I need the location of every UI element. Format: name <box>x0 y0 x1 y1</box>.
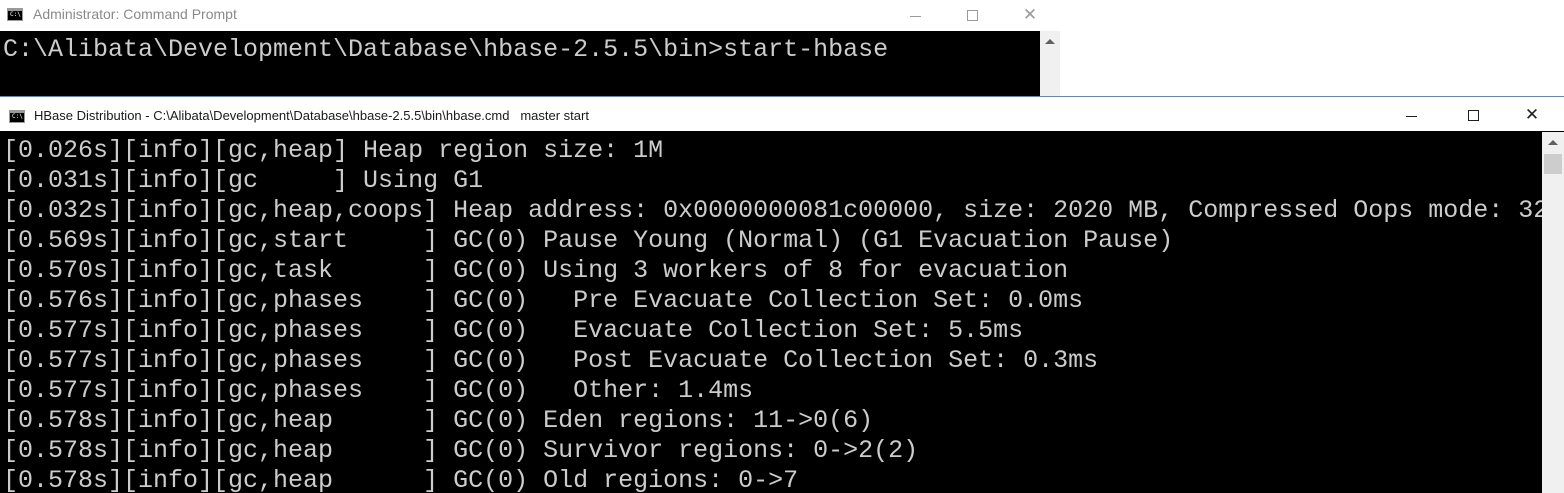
scroll-up-arrow-icon[interactable] <box>1548 140 1558 145</box>
log-line: [0.031s][info][gc ] Using G1 <box>3 166 484 195</box>
minimize-icon <box>909 16 921 17</box>
console-icon: C:\ <box>7 8 23 21</box>
minimize-icon <box>1405 115 1417 117</box>
front-scrollbar[interactable] <box>1542 132 1564 493</box>
log-line: [0.578s][info][gc,heap ] GC(0) Old regio… <box>3 466 799 493</box>
log-line: [0.576s][info][gc,phases ] GC(0) Pre Eva… <box>3 286 1084 315</box>
log-line: [0.026s][info][gc,heap] Heap region size… <box>3 136 664 165</box>
log-line: [0.569s][info][gc,start ] GC(0) Pause Yo… <box>3 226 1174 255</box>
scrollbar-thumb[interactable] <box>1544 154 1562 174</box>
background-window-titlebar[interactable]: C:\ Administrator: Command Prompt ✕ <box>0 0 1060 31</box>
background-close-button[interactable]: ✕ <box>1008 0 1052 31</box>
log-line: [0.577s][info][gc,phases ] GC(0) Post Ev… <box>3 346 1099 375</box>
background-window-title: Administrator: Command Prompt <box>33 6 237 22</box>
background-console-line: C:\Alibata\Development\Database\hbase-2.… <box>3 35 889 64</box>
console-icon: C:\ <box>9 110 25 123</box>
close-icon: ✕ <box>1022 5 1038 25</box>
log-line: [0.570s][info][gc,task ] GC(0) Using 3 w… <box>3 256 1069 285</box>
log-line: [0.578s][info][gc,heap ] GC(0) Eden regi… <box>3 406 874 435</box>
maximize-icon <box>1467 109 1479 121</box>
background-minimize-button[interactable] <box>895 0 935 31</box>
scroll-up-arrow-icon[interactable] <box>1045 39 1055 44</box>
background-command-prompt-window[interactable]: C:\ Administrator: Command Prompt ✕ C:\A… <box>0 0 1060 96</box>
log-lines: [0.026s][info][gc,heap] Heap region size… <box>3 136 1564 493</box>
front-close-button[interactable]: ✕ <box>1507 97 1557 133</box>
front-minimize-button[interactable] <box>1388 97 1434 133</box>
maximize-icon <box>966 10 978 21</box>
log-line: [0.577s][info][gc,phases ] GC(0) Evacuat… <box>3 316 1024 345</box>
background-scrollbar[interactable] <box>1040 31 1060 96</box>
front-window-title: HBase Distribution - C:\Alibata\Developm… <box>34 108 589 123</box>
log-line: [0.578s][info][gc,heap ] GC(0) Survivor … <box>3 436 919 465</box>
front-maximize-button[interactable] <box>1450 97 1496 133</box>
log-line: [0.577s][info][gc,phases ] GC(0) Other: … <box>3 376 754 405</box>
close-icon: ✕ <box>1524 104 1540 125</box>
background-maximize-button[interactable] <box>952 0 992 31</box>
front-console-output[interactable]: [0.026s][info][gc,heap] Heap region size… <box>0 132 1564 493</box>
front-window-titlebar[interactable]: C:\ HBase Distribution - C:\Alibata\Deve… <box>0 96 1564 131</box>
hbase-distribution-window[interactable]: C:\ HBase Distribution - C:\Alibata\Deve… <box>0 96 1564 493</box>
log-line: [0.032s][info][gc,heap,coops] Heap addre… <box>3 196 1564 225</box>
